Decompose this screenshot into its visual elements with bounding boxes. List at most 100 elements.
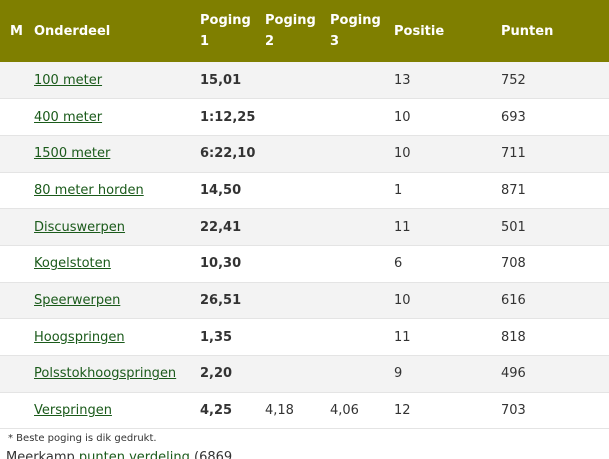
event-link[interactable]: Speerwerpen bbox=[34, 293, 120, 308]
cell-poging-3 bbox=[324, 356, 388, 393]
cell-punten: 501 bbox=[501, 219, 526, 235]
best-attempt-footnote: * Beste poging is dik gedrukt. bbox=[8, 433, 157, 445]
cell-onderdeel: Speerwerpen bbox=[28, 282, 194, 319]
event-link[interactable]: 100 meter bbox=[34, 73, 102, 88]
table-row: Discuswerpen 22,41 11 501 bbox=[0, 208, 609, 246]
cell-positie: 12 bbox=[394, 403, 411, 419]
cell-punten: 496 bbox=[501, 366, 526, 382]
cell-poging-1: 6:22,10 bbox=[200, 146, 256, 162]
header-poging-1-label: Poging bbox=[200, 13, 251, 28]
table-row: Polsstokhoogspringen 2,20 9 496 bbox=[0, 355, 609, 393]
cell-poging-3 bbox=[324, 282, 388, 319]
table-row: Speerwerpen 26,51 10 616 bbox=[0, 282, 609, 319]
header-poging-3-number: 3 bbox=[330, 34, 340, 49]
cell-poging-1: 26,51 bbox=[200, 292, 242, 308]
cell-poging-2 bbox=[259, 245, 324, 282]
header-positie: Positie bbox=[394, 23, 445, 39]
cell-poging-3 bbox=[324, 209, 388, 246]
cell-poging-1: 2,20 bbox=[200, 366, 233, 382]
cell-poging-1: 4,25 bbox=[200, 403, 233, 419]
header-poging-3: Poging 3 bbox=[324, 0, 388, 62]
table-row: Kogelstoten 10,30 6 708 bbox=[0, 245, 609, 283]
header-poging-1-number: 1 bbox=[200, 34, 210, 49]
table-row: Verspringen 4,25 4,18 4,06 12 703 bbox=[0, 392, 609, 429]
results-page: M Onderdeel Poging 1 Poging 2 Poging 3 Posi… bbox=[0, 0, 609, 459]
event-link[interactable]: 400 meter bbox=[34, 110, 102, 125]
cell-m bbox=[0, 172, 28, 209]
cell-poging-2 bbox=[259, 172, 324, 209]
header-poging-3-label: Poging bbox=[330, 13, 381, 28]
table-header: M Onderdeel Poging 1 Poging 2 Poging 3 Posi… bbox=[0, 0, 609, 62]
cell-m bbox=[0, 319, 28, 356]
cell-m bbox=[0, 392, 28, 429]
results-table: M Onderdeel Poging 1 Poging 2 Poging 3 Posi… bbox=[0, 0, 609, 429]
event-link[interactable]: Discuswerpen bbox=[34, 220, 125, 235]
event-link[interactable]: 1500 meter bbox=[34, 146, 110, 161]
table-row: 1500 meter 6:22,10 10 711 bbox=[0, 135, 609, 173]
header-poging-2: Poging 2 bbox=[259, 0, 324, 62]
cell-m bbox=[0, 356, 28, 393]
cell-positie: 11 bbox=[394, 219, 411, 235]
header-poging-2-label: Poging bbox=[265, 13, 316, 28]
cell-punten: 711 bbox=[501, 146, 526, 162]
table-row: 80 meter horden 14,50 1 871 bbox=[0, 172, 609, 209]
event-link[interactable]: Kogelstoten bbox=[34, 256, 111, 271]
cell-punten: 693 bbox=[501, 109, 526, 125]
cell-poging-3 bbox=[324, 319, 388, 356]
cell-m bbox=[0, 99, 28, 136]
cell-m bbox=[0, 245, 28, 282]
cell-poging-2 bbox=[259, 319, 324, 356]
cell-poging-3 bbox=[324, 245, 388, 282]
cell-m bbox=[0, 135, 28, 172]
event-link[interactable]: 80 meter horden bbox=[34, 183, 144, 198]
meerkamp-summary: Meerkamp punten verdeling (6869 bbox=[6, 450, 609, 459]
cell-poging-3 bbox=[324, 99, 388, 136]
header-poging-1: Poging 1 bbox=[194, 0, 259, 62]
cell-onderdeel: 80 meter horden bbox=[28, 172, 194, 209]
table-row: 100 meter 15,01 13 752 bbox=[0, 62, 609, 99]
cell-positie: 9 bbox=[394, 366, 403, 382]
event-link[interactable]: Hoogspringen bbox=[34, 330, 125, 345]
cell-onderdeel: Kogelstoten bbox=[28, 245, 194, 282]
cell-punten: 752 bbox=[501, 72, 526, 88]
cell-onderdeel: Discuswerpen bbox=[28, 209, 194, 246]
table-row: 400 meter 1:12,25 10 693 bbox=[0, 98, 609, 136]
cell-positie: 10 bbox=[394, 292, 411, 308]
cell-poging-2 bbox=[259, 209, 324, 246]
event-link[interactable]: Polsstokhoogspringen bbox=[34, 366, 176, 381]
cell-poging-2 bbox=[259, 356, 324, 393]
cell-poging-2: 4,18 bbox=[265, 403, 294, 419]
cell-punten: 871 bbox=[501, 182, 526, 198]
cell-positie: 6 bbox=[394, 256, 403, 272]
cell-positie: 10 bbox=[394, 146, 411, 162]
header-row: M Onderdeel Poging 1 Poging 2 Poging 3 Posi… bbox=[0, 0, 609, 62]
event-link[interactable]: Verspringen bbox=[34, 403, 112, 418]
cell-onderdeel: 100 meter bbox=[28, 62, 194, 99]
header-punten: Punten bbox=[501, 23, 554, 39]
header-onderdeel: Onderdeel bbox=[34, 23, 111, 39]
cell-poging-2 bbox=[259, 62, 324, 99]
cell-poging-2 bbox=[259, 99, 324, 136]
cell-poging-1: 22,41 bbox=[200, 219, 242, 235]
points-distribution-link[interactable]: punten verdeling bbox=[79, 450, 190, 459]
cell-m bbox=[0, 62, 28, 99]
cell-poging-2 bbox=[259, 282, 324, 319]
cell-poging-3: 4,06 bbox=[330, 403, 359, 419]
summary-prefix: Meerkamp bbox=[6, 450, 79, 459]
header-m: M bbox=[10, 23, 23, 39]
cell-poging-1: 1,35 bbox=[200, 329, 233, 345]
cell-onderdeel: Hoogspringen bbox=[28, 319, 194, 356]
cell-positie: 10 bbox=[394, 109, 411, 125]
cell-positie: 13 bbox=[394, 72, 411, 88]
cell-poging-2 bbox=[259, 135, 324, 172]
cell-positie: 1 bbox=[394, 182, 403, 198]
cell-poging-3 bbox=[324, 172, 388, 209]
cell-onderdeel: Verspringen bbox=[28, 392, 194, 429]
cell-m bbox=[0, 282, 28, 319]
header-poging-2-number: 2 bbox=[265, 34, 275, 49]
cell-poging-1: 14,50 bbox=[200, 182, 242, 198]
table-row: Hoogspringen 1,35 11 818 bbox=[0, 318, 609, 356]
cell-onderdeel: 400 meter bbox=[28, 99, 194, 136]
cell-punten: 703 bbox=[501, 403, 526, 419]
cell-punten: 616 bbox=[501, 292, 526, 308]
